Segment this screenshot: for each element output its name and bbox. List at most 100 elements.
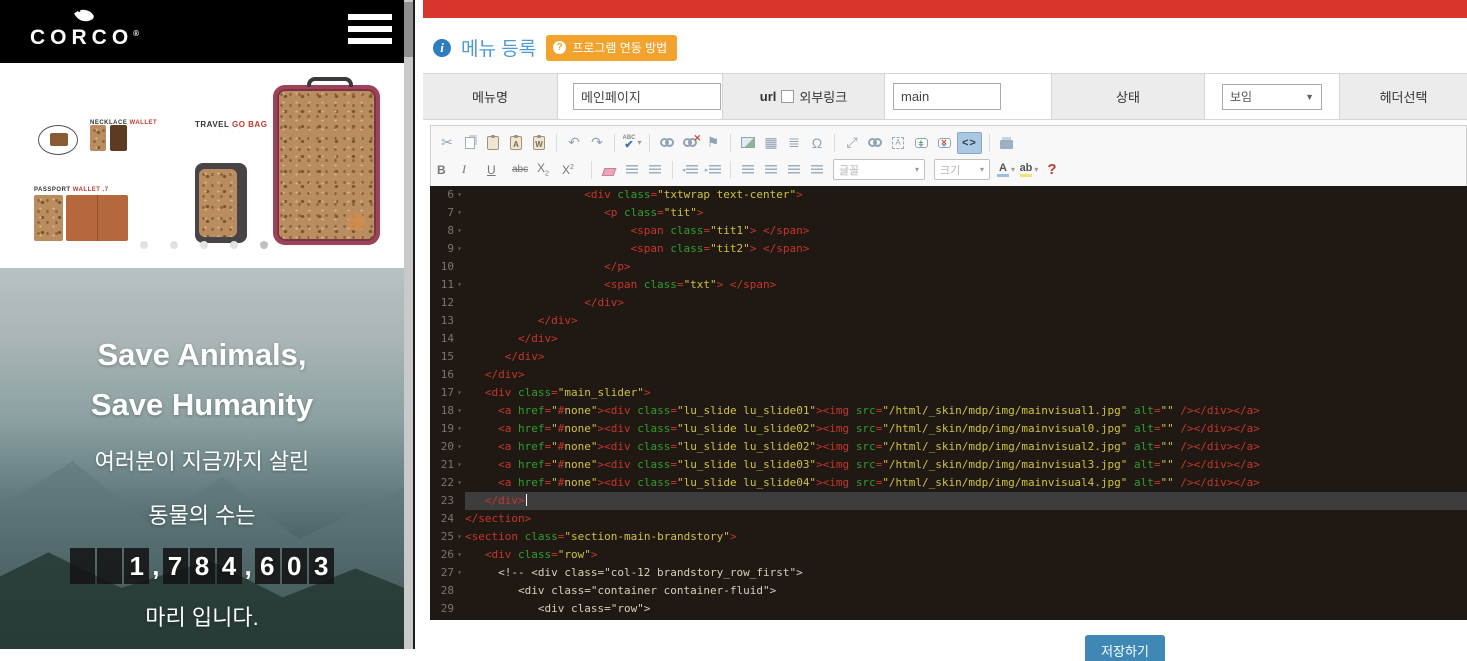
link-icon[interactable] <box>657 132 677 154</box>
remove-format-icon[interactable] <box>599 159 619 181</box>
site-logo[interactable]: CORCO® <box>30 8 139 49</box>
fold-arrow-icon[interactable]: ▾ <box>454 438 465 456</box>
scrollbar-thumb[interactable] <box>404 2 413 57</box>
horizontal-rule-icon[interactable]: ≣ <box>784 132 804 154</box>
source-code-area[interactable]: 6▾ <div class="txtwrap text-center">7▾ <… <box>430 186 1467 620</box>
menu-name-input[interactable] <box>573 83 721 110</box>
code-line[interactable]: 6▾ <div class="txtwrap text-center"> <box>430 186 1467 204</box>
comment-add-icon[interactable]: + <box>911 132 931 154</box>
ordered-list-icon[interactable] <box>622 159 642 181</box>
anchor-flag-icon[interactable]: ⚑ <box>703 132 723 154</box>
fold-arrow-icon[interactable]: ▾ <box>454 456 465 474</box>
status-select[interactable]: 보임 ▼ <box>1222 84 1322 110</box>
fold-arrow-icon[interactable]: ▾ <box>454 474 465 492</box>
special-char-icon[interactable]: Ω <box>807 132 827 154</box>
superscript-button[interactable]: X2 <box>562 159 584 181</box>
paste-icon[interactable] <box>483 132 503 154</box>
paste-text-icon[interactable]: A <box>506 132 526 154</box>
about-icon[interactable]: ? <box>1042 159 1062 181</box>
code-line[interactable]: 20▾ <a href="#none"><div class="lu_slide… <box>430 438 1467 456</box>
paste-word-icon[interactable]: W <box>529 132 549 154</box>
code-line[interactable]: 18▾ <a href="#none"><div class="lu_slide… <box>430 402 1467 420</box>
undo-icon[interactable]: ↶ <box>564 132 584 154</box>
slider-dots[interactable] <box>140 241 268 249</box>
slider-dot[interactable] <box>170 241 178 249</box>
fold-arrow-icon[interactable]: ▾ <box>454 528 465 546</box>
indent-icon[interactable]: ▸ <box>703 159 723 181</box>
bold-button[interactable]: B <box>437 159 459 181</box>
comment-remove-icon[interactable]: ✕ <box>934 132 954 154</box>
fold-arrow-icon[interactable]: ▾ <box>454 420 465 438</box>
italic-button[interactable]: I <box>462 159 484 181</box>
font-dropdown[interactable]: 글꼴▾ <box>833 159 925 180</box>
code-line[interactable]: 23 </div> <box>430 492 1467 510</box>
code-line[interactable]: 21▾ <a href="#none"><div class="lu_slide… <box>430 456 1467 474</box>
code-line[interactable]: 11▾ <span class="txt"> </span> <box>430 276 1467 294</box>
align-center-icon[interactable] <box>761 159 781 181</box>
code-line[interactable]: 27▾ <!-- <div class="col-12 brandstory_r… <box>430 564 1467 582</box>
program-link-help-button[interactable]: ? 프로그램 연동 방법 <box>546 35 677 61</box>
code-line[interactable]: 28 <div class="container container-fluid… <box>430 582 1467 600</box>
pane-scrollbar[interactable] <box>404 0 415 649</box>
maximize-icon[interactable]: ⤢ <box>842 132 862 154</box>
code-line[interactable]: 24</section> <box>430 510 1467 528</box>
unlink-icon[interactable]: ✕ <box>680 132 700 154</box>
code-line[interactable]: 26▾ <div class="row"> <box>430 546 1467 564</box>
fold-arrow-icon[interactable]: ▾ <box>454 402 465 420</box>
strikethrough-button[interactable]: abc <box>512 159 534 181</box>
code-line[interactable]: 9▾ <span class="tit2"> </span> <box>430 240 1467 258</box>
code-line[interactable]: 17▾ <div class="main_slider"> <box>430 384 1467 402</box>
align-right-icon[interactable] <box>784 159 804 181</box>
fold-arrow-icon[interactable]: ▾ <box>454 564 465 582</box>
slider-dot[interactable] <box>230 241 238 249</box>
fold-arrow-icon[interactable]: ▾ <box>454 240 465 258</box>
url-input[interactable] <box>893 83 1001 110</box>
product-slider[interactable]: NECKLACE WALLET TRAVEL GO BAG· · · · PAS… <box>0 63 404 268</box>
fold-arrow-icon[interactable]: ▾ <box>454 546 465 564</box>
subscript-button[interactable]: X2 <box>537 159 559 181</box>
code-line[interactable]: 19▾ <a href="#none"><div class="lu_slide… <box>430 420 1467 438</box>
redo-icon[interactable]: ↷ <box>587 132 607 154</box>
code-line[interactable]: 8▾ <span class="tit1"> </span> <box>430 222 1467 240</box>
outdent-icon[interactable]: ◂ <box>680 159 700 181</box>
code-line[interactable]: 16 </div> <box>430 366 1467 384</box>
code-line[interactable]: 15 </div> <box>430 348 1467 366</box>
code-line[interactable]: 7▾ <p class="tit"> <box>430 204 1467 222</box>
underline-button[interactable]: U <box>487 159 509 181</box>
fold-arrow-icon[interactable]: ▾ <box>454 276 465 294</box>
slider-dot[interactable] <box>140 241 148 249</box>
slider-dot[interactable] <box>260 241 268 249</box>
align-justify-icon[interactable] <box>807 159 827 181</box>
spellcheck-icon[interactable]: ABC✔▾ <box>622 132 642 154</box>
select-all-icon[interactable]: A <box>888 132 908 154</box>
print-icon[interactable] <box>997 132 1017 154</box>
slider-dot[interactable] <box>200 241 208 249</box>
external-link-checkbox[interactable] <box>781 90 794 103</box>
size-dropdown[interactable]: 크기▾ <box>934 159 990 180</box>
cut-icon[interactable]: ✂ <box>437 132 457 154</box>
hamburger-menu-icon[interactable] <box>348 14 392 49</box>
save-button[interactable]: 저장하기 <box>1085 635 1165 661</box>
code-line[interactable]: 13 </div> <box>430 312 1467 330</box>
code-line[interactable]: 25▾<section class="section-main-brandsto… <box>430 528 1467 546</box>
text-color-icon[interactable]: A▾ <box>996 159 1016 181</box>
unordered-list-icon[interactable] <box>645 159 665 181</box>
copy-icon[interactable] <box>460 132 480 154</box>
image-icon[interactable] <box>738 132 758 154</box>
source-button[interactable]: <> <box>957 132 982 154</box>
passport-wallet-image <box>34 195 63 241</box>
align-left-icon[interactable] <box>738 159 758 181</box>
bottom-strip: 저장하기 <box>415 620 1467 648</box>
fold-arrow-icon[interactable]: ▾ <box>454 186 465 204</box>
fold-arrow-icon[interactable]: ▾ <box>454 204 465 222</box>
code-line[interactable]: 22▾ <a href="#none"><div class="lu_slide… <box>430 474 1467 492</box>
table-icon[interactable]: ▦ <box>761 132 781 154</box>
code-line[interactable]: 10 </p> <box>430 258 1467 276</box>
fold-arrow-icon[interactable]: ▾ <box>454 384 465 402</box>
fold-arrow-icon[interactable]: ▾ <box>454 222 465 240</box>
code-line[interactable]: 29 <div class="row"> <box>430 600 1467 618</box>
code-line[interactable]: 12 </div> <box>430 294 1467 312</box>
code-line[interactable]: 14 </div> <box>430 330 1467 348</box>
bg-color-icon[interactable]: ab▾ <box>1019 159 1039 181</box>
find-icon[interactable] <box>865 132 885 154</box>
